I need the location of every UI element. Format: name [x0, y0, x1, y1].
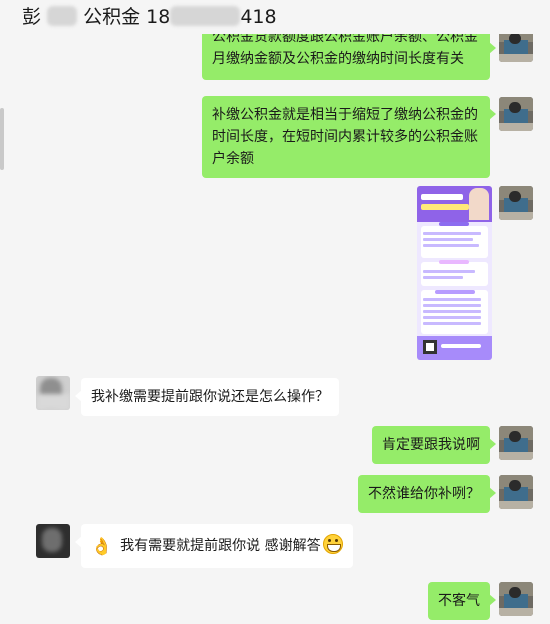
message-bubble-sent[interactable]: 肯定要跟我说啊 — [372, 426, 496, 464]
message-text: 补缴公积金就是相当于缩短了缴纳公积金的时间长度，在短时间内累计较多的公积金账户余… — [212, 107, 478, 167]
message-bubble-received[interactable]: 👌 我有需要就提前跟你说 感谢解答 — [75, 524, 353, 568]
chat-scrollbar[interactable] — [0, 108, 4, 170]
chat-title-middle: 公积金 18 — [83, 6, 171, 28]
avatar-contact[interactable] — [36, 524, 70, 558]
message-text: 肯定要跟我说啊 — [382, 437, 480, 453]
chat-title[interactable]: 彭 公积金 18 418 — [22, 4, 277, 30]
avatar-self[interactable] — [499, 582, 533, 616]
avatar-self[interactable] — [499, 475, 533, 509]
redacted-phone — [170, 6, 241, 26]
avatar-self[interactable] — [499, 97, 533, 131]
avatar-self[interactable] — [499, 186, 533, 220]
chat-title-start: 彭 — [22, 6, 42, 28]
message-bubble-sent[interactable]: 不然谁给你补咧？ — [358, 475, 496, 513]
avatar-contact[interactable] — [36, 376, 70, 410]
ok-hand-emoji-icon: 👌 — [91, 537, 113, 557]
avatar-self[interactable] — [499, 426, 533, 460]
grinning-face-emoji-icon — [322, 534, 343, 554]
message-text: 我有需要就提前跟你说 感谢解答 — [120, 538, 321, 554]
message-bubble-received[interactable]: 我补缴需要提前跟你说还是怎么操作？ — [75, 378, 339, 416]
message-text: 我补缴需要提前跟你说还是怎么操作？ — [91, 389, 329, 405]
message-text: 不然谁给你补咧？ — [368, 486, 480, 502]
chat-header: 彭 公积金 18 418 — [0, 0, 550, 34]
purple-info-poster-image[interactable] — [417, 186, 492, 360]
message-bubble-sent[interactable]: 不客气 — [428, 582, 496, 620]
message-bubble-sent[interactable]: 补缴公积金就是相当于缩短了缴纳公积金的时间长度，在短时间内累计较多的公积金账户余… — [202, 96, 496, 178]
message-text: 不客气 — [438, 593, 480, 609]
chat-title-end: 418 — [240, 6, 277, 28]
message-bubble-sent[interactable]: 公积金贷款额度跟公积金账户余额、公积金月缴纳金额及公积金的缴纳时间长度有关 — [202, 29, 496, 80]
redacted-name — [47, 6, 78, 26]
